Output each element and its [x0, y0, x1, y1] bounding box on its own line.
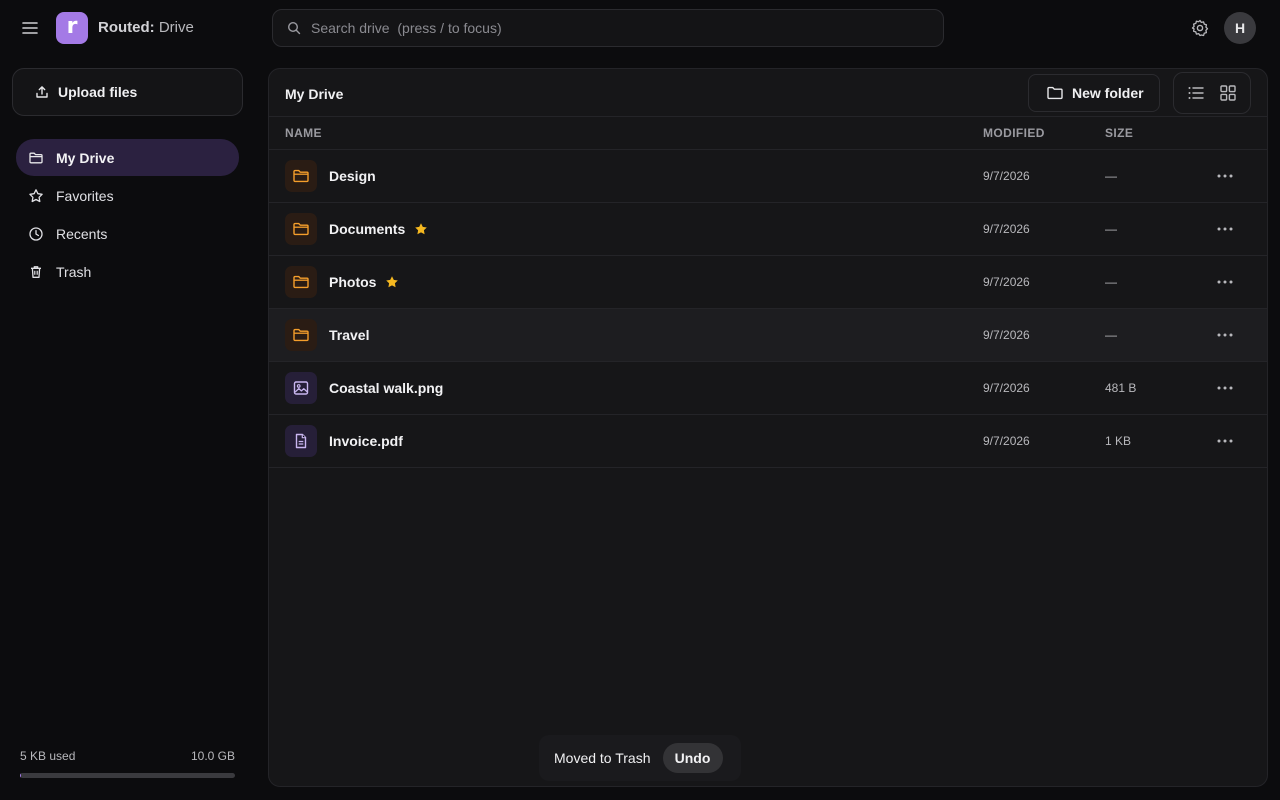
file-size: 1 KB [1105, 434, 1132, 448]
file-name-cell: Documents [329, 221, 428, 237]
table-row[interactable]: Travel 9/7/2026 — [269, 309, 1267, 362]
sidebar-nav: My Drive Favorites Recents Trash [16, 139, 239, 291]
sidebar-item-recents[interactable]: Recents [16, 215, 239, 252]
search-bar[interactable] [272, 9, 944, 47]
folder-icon [285, 319, 317, 351]
app-title-rest: Drive [154, 19, 194, 36]
search-icon [287, 21, 301, 35]
upload-icon [35, 85, 49, 99]
sidebar-item-label: Trash [56, 263, 92, 280]
table-header: NAME MODIFIED SIZE [269, 117, 1267, 150]
image-icon [285, 372, 317, 404]
upload-files-button[interactable]: Upload files [12, 68, 243, 116]
file-modified: 9/7/2026 [983, 222, 1030, 236]
storage-meter: 5 KB used 10.0 GB [20, 749, 235, 778]
sidebar-item-favorites[interactable]: Favorites [16, 177, 239, 214]
more-options-icon[interactable] [1214, 166, 1236, 186]
file-name-cell: Invoice.pdf [329, 433, 403, 449]
app-title-bold: Routed: [98, 19, 155, 36]
file-modified: 9/7/2026 [983, 381, 1030, 395]
panel-header: My Drive New folder [269, 69, 1267, 117]
storage-used: 5 KB used [20, 749, 76, 763]
file-name-cell: Photos [329, 274, 399, 290]
new-folder-button[interactable]: New folder [1028, 74, 1160, 112]
view-toggle [1173, 72, 1251, 114]
file-name: Invoice.pdf [329, 433, 403, 449]
file-modified: 9/7/2026 [983, 328, 1030, 342]
folder-icon [28, 150, 44, 166]
sidebar-item-label: Favorites [56, 187, 114, 204]
star-icon[interactable] [385, 275, 399, 289]
app-logo[interactable]: r [56, 12, 88, 44]
file-list: Design 9/7/2026 — Documents 9/7/2026 — Photos 9… [269, 150, 1267, 468]
column-modified[interactable]: MODIFIED [983, 126, 1045, 140]
file-name: Documents [329, 221, 406, 237]
table-row[interactable]: Invoice.pdf 9/7/2026 1 KB [269, 415, 1267, 468]
file-size: — [1105, 328, 1117, 342]
star-icon[interactable] [414, 222, 428, 236]
storage-total: 10.0 GB [190, 749, 235, 763]
toast-notification: Moved to Trash Undo [539, 735, 741, 781]
gear-icon[interactable] [1190, 18, 1210, 38]
app-title: Routed: Drive [98, 19, 194, 36]
grid-view-icon[interactable] [1218, 83, 1238, 103]
file-name-cell: Travel [329, 327, 369, 343]
table-row[interactable]: Photos 9/7/2026 — [269, 256, 1267, 309]
sidebar-item-label: Recents [56, 225, 108, 242]
file-size: — [1105, 169, 1117, 183]
file-name: Photos [329, 274, 377, 290]
storage-bar [20, 773, 235, 778]
file-modified: 9/7/2026 [983, 434, 1030, 448]
table-row[interactable]: Coastal walk.png 9/7/2026 481 B [269, 362, 1267, 415]
file-name-cell: Coastal walk.png [329, 380, 443, 396]
more-options-icon[interactable] [1214, 219, 1236, 239]
top-bar: r Routed: Drive H [0, 0, 1280, 56]
new-folder-label: New folder [1072, 85, 1144, 101]
file-name-cell: Design [329, 168, 376, 184]
column-size[interactable]: SIZE [1105, 126, 1133, 140]
avatar[interactable]: H [1224, 12, 1256, 44]
file-name: Travel [329, 327, 370, 343]
search-input[interactable] [311, 20, 911, 36]
file-browser: My Drive New folder NAME MODIFIED SIZE D… [268, 68, 1268, 787]
sidebar-item-my-drive[interactable]: My Drive [16, 139, 239, 176]
page-title: My Drive [285, 86, 344, 102]
table-row[interactable]: Design 9/7/2026 — [269, 150, 1267, 203]
more-options-icon[interactable] [1214, 325, 1236, 345]
more-options-icon[interactable] [1214, 378, 1236, 398]
more-options-icon[interactable] [1214, 272, 1236, 292]
document-icon [285, 425, 317, 457]
file-name: Design [329, 168, 376, 184]
star-icon [28, 188, 44, 204]
undo-button[interactable]: Undo [662, 743, 723, 773]
more-options-icon[interactable] [1214, 431, 1236, 451]
file-modified: 9/7/2026 [983, 275, 1030, 289]
folder-icon [1046, 84, 1064, 102]
column-name[interactable]: NAME [285, 126, 322, 140]
folder-icon [285, 160, 317, 192]
toast-message: Moved to Trash [554, 750, 651, 766]
sidebar-item-trash[interactable]: Trash [16, 253, 239, 290]
list-view-icon[interactable] [1186, 83, 1206, 103]
sidebar-item-label: My Drive [56, 149, 115, 166]
clock-icon [28, 226, 44, 242]
table-row[interactable]: Documents 9/7/2026 — [269, 203, 1267, 256]
folder-icon [285, 213, 317, 245]
file-modified: 9/7/2026 [983, 169, 1030, 183]
folder-icon [285, 266, 317, 298]
file-size: — [1105, 222, 1117, 236]
file-size: 481 B [1105, 381, 1137, 395]
file-name: Coastal walk.png [329, 380, 444, 396]
file-size: — [1105, 275, 1117, 289]
trash-icon [28, 264, 44, 280]
menu-icon[interactable] [20, 18, 40, 38]
upload-files-label: Upload files [58, 84, 138, 100]
